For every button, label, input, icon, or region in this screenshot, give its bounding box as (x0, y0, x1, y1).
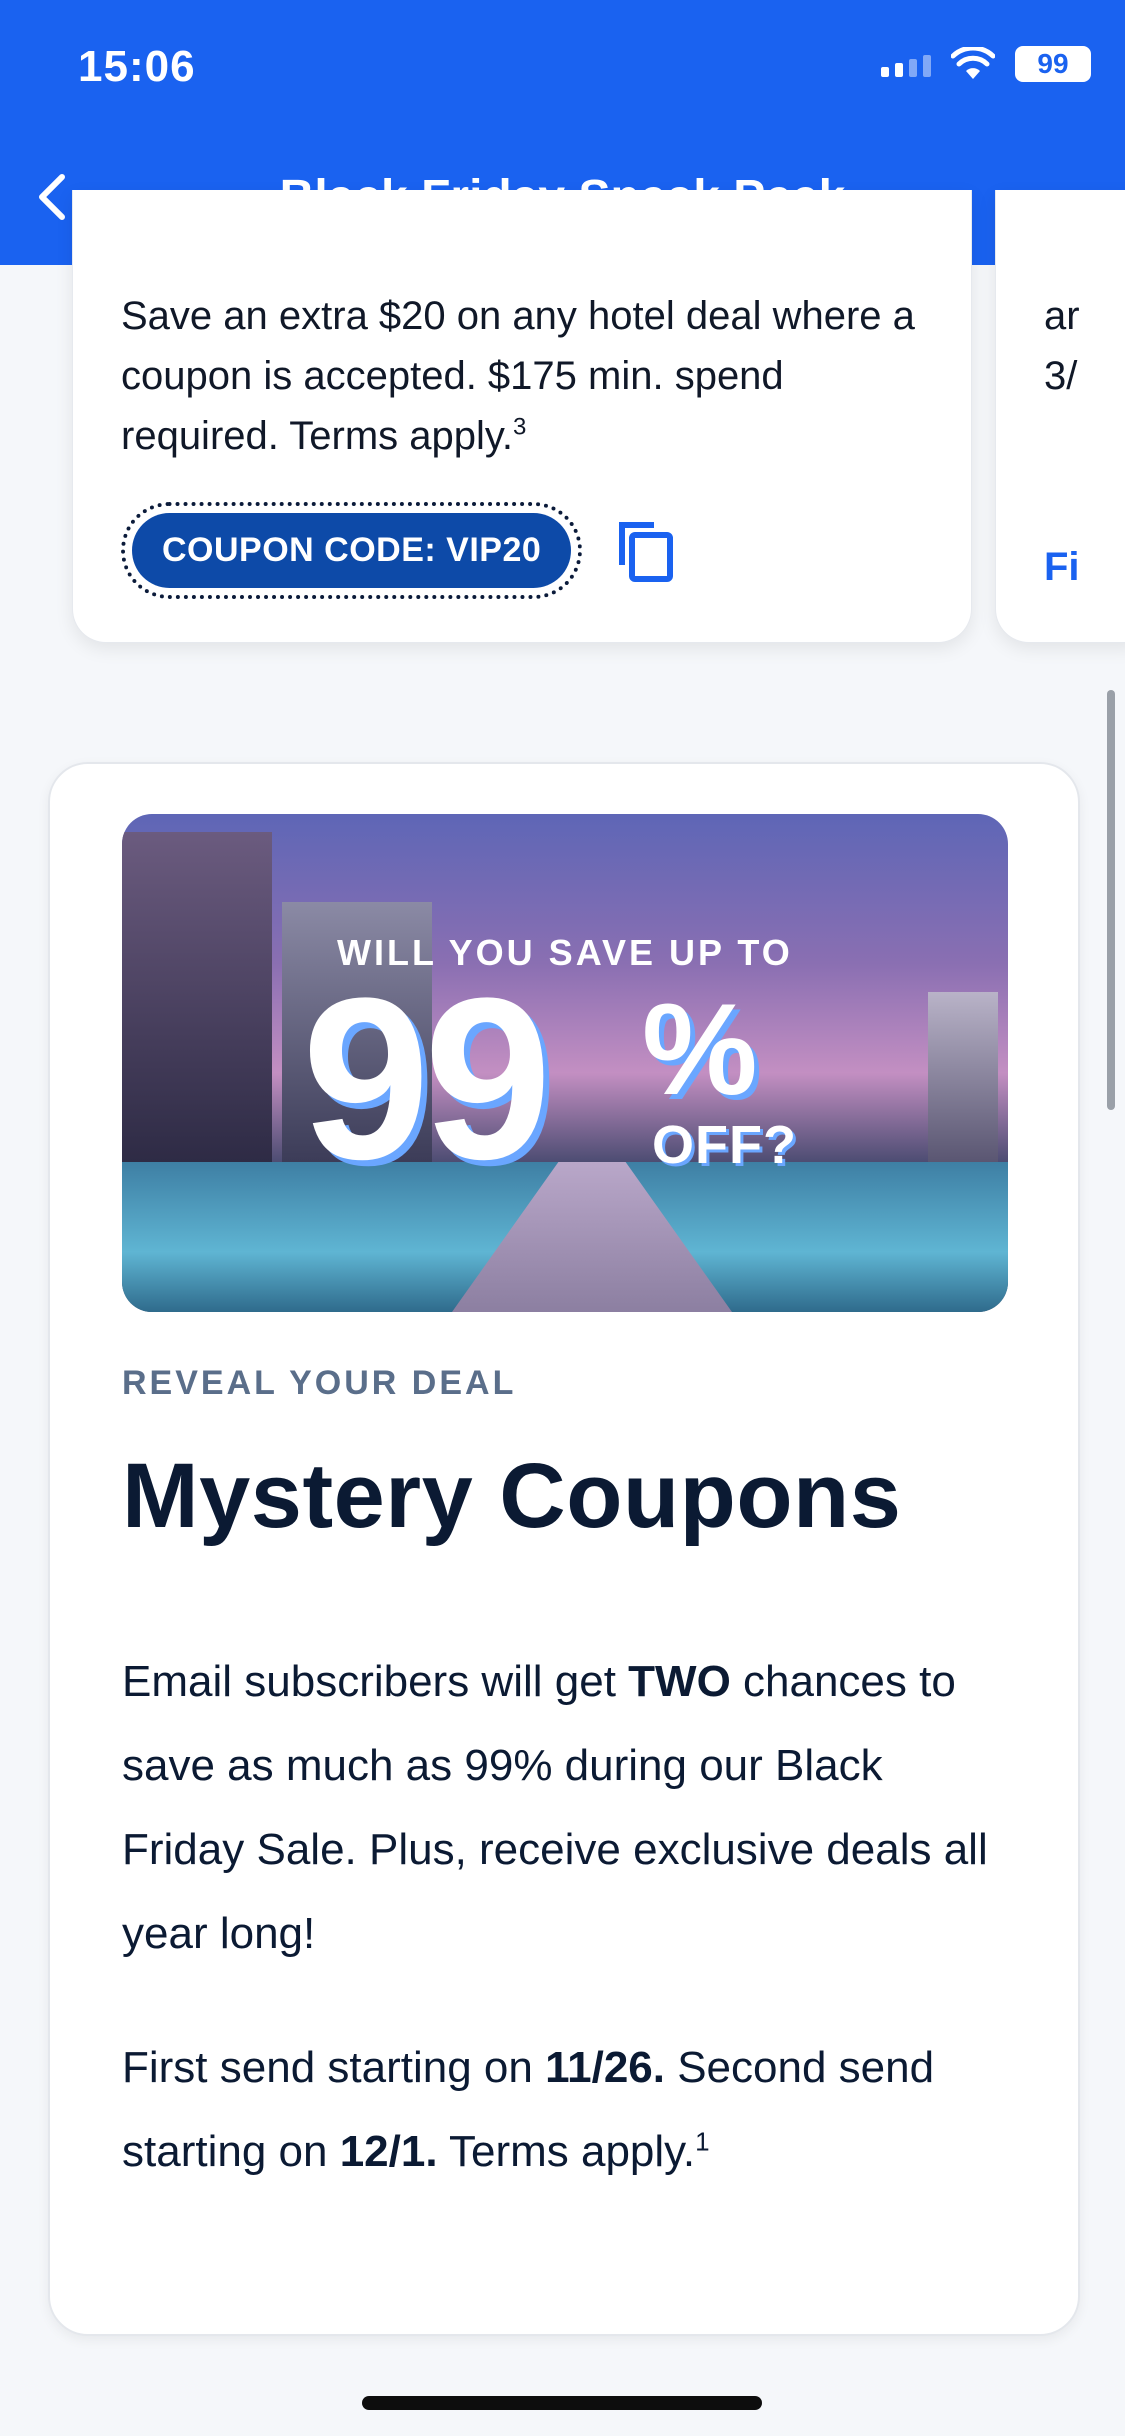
status-time: 15:06 (78, 42, 196, 91)
para2-text-c: Terms apply. (437, 2127, 696, 2176)
next-card-link[interactable]: Fi (1044, 545, 1080, 590)
hero-percent: % (642, 976, 758, 1122)
status-icons: 99 (881, 46, 1091, 82)
scrollbar[interactable] (1107, 690, 1115, 1110)
building-left (122, 832, 272, 1162)
footnote-marker: 1 (695, 2126, 710, 2157)
subscriber-paragraph: Email subscribers will get TWO chances t… (122, 1640, 1002, 1976)
coupon-code-row: COUPON CODE: VIP20 (121, 502, 678, 599)
mystery-coupons-card: WILL YOU SAVE UP TO 99 % OFF? REVEAL YOU… (48, 762, 1080, 2336)
para1-text-a: Email subscribers will get (122, 1657, 629, 1706)
coupon-code-badge[interactable]: COUPON CODE: VIP20 (132, 513, 572, 588)
copy-icon[interactable] (614, 517, 678, 585)
first-send-date: 11/26. (545, 2043, 665, 2092)
hero-image: WILL YOU SAVE UP TO 99 % OFF? (122, 814, 1008, 1312)
eyebrow-label: REVEAL YOUR DEAL (122, 1364, 517, 1402)
send-dates-paragraph: First send starting on 11/26. Second sen… (122, 2026, 1002, 2194)
hero-off: OFF? (652, 1115, 797, 1175)
battery-icon: 99 (1015, 46, 1091, 82)
card-title: Mystery Coupons (122, 1445, 902, 1547)
para1-bold: TWO (628, 1657, 731, 1706)
para2-text-a: First send starting on (122, 2043, 546, 2092)
signal-icon (881, 51, 931, 77)
building-right (928, 992, 998, 1162)
home-indicator[interactable] (362, 2396, 762, 2410)
coupon-code-outline: COUPON CODE: VIP20 (121, 502, 583, 599)
next-card-peek[interactable]: ar 3/ Fi (995, 190, 1125, 643)
second-send-date: 12/1. (339, 2127, 438, 2176)
footnote-marker: 3 (513, 413, 527, 441)
hero-number: 99 (302, 950, 552, 1207)
hotel-coupon-card: Save an extra $20 on any hotel deal wher… (72, 190, 972, 643)
coupon-description: Save an extra $20 on any hotel deal wher… (121, 286, 921, 466)
wifi-icon (951, 47, 995, 81)
next-card-text: ar 3/ (1044, 294, 1080, 398)
